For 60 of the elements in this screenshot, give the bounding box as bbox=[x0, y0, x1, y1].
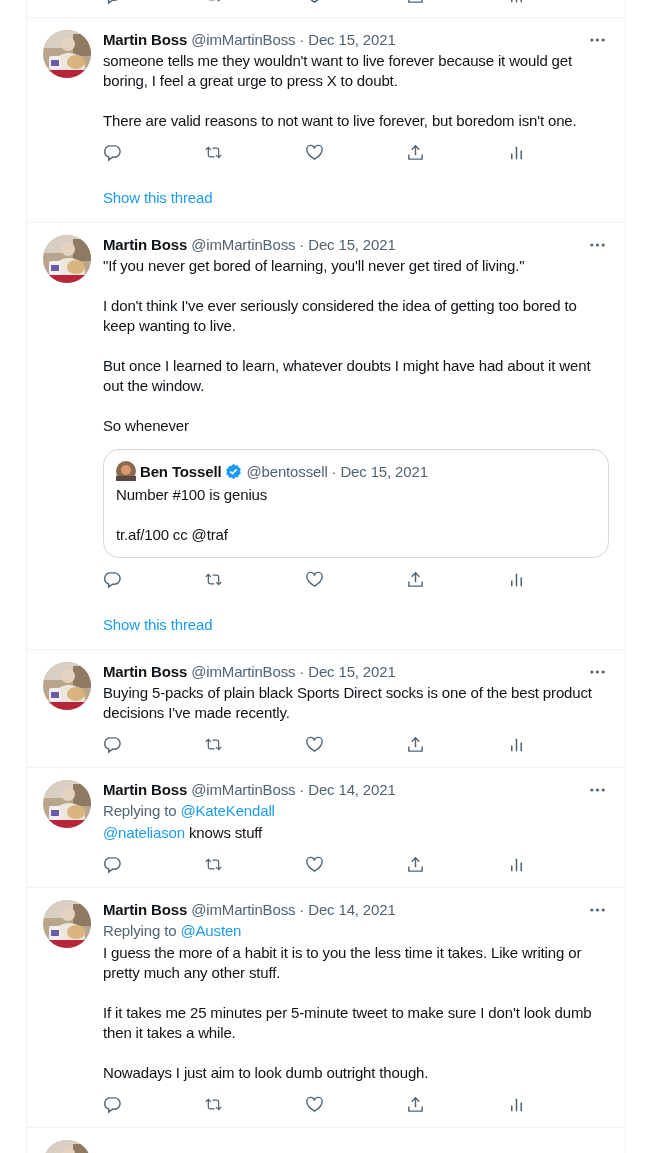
separator-dot: · bbox=[331, 462, 337, 480]
tweet-date[interactable]: Dec 14, 2021 bbox=[308, 780, 396, 800]
quoted-text: Number #100 is genius bbox=[116, 485, 269, 505]
tweet-text: I guess the more of a habit it is to you the less time it takes. Like writing or pretty much any other stuff. bbox=[103, 943, 583, 983]
share-icon[interactable] bbox=[406, 1095, 425, 1114]
author-handle[interactable]: @imMartinBoss bbox=[191, 30, 296, 50]
share-icon[interactable] bbox=[406, 735, 425, 754]
like-icon[interactable] bbox=[305, 143, 324, 162]
separator-dot: · bbox=[299, 780, 305, 800]
quoted-text: tr.af/100 cc @traf bbox=[116, 525, 229, 545]
tweet-text: "If you never get bored of learning, you'll never get tired of living." bbox=[103, 256, 526, 276]
tweet-date[interactable]: Dec 14, 2021 bbox=[308, 900, 396, 920]
tweet-text: Buying 5-packs of plain black Sports Direct socks is one of the best product decisions I've made recently. bbox=[103, 683, 593, 723]
like-icon[interactable] bbox=[305, 735, 324, 754]
like-icon[interactable] bbox=[305, 1095, 324, 1114]
replying-label: Replying to bbox=[103, 802, 177, 819]
tweet-date[interactable]: Dec 15, 2021 bbox=[308, 662, 396, 682]
more-icon[interactable] bbox=[589, 788, 606, 792]
like-icon[interactable] bbox=[305, 855, 324, 874]
more-icon[interactable] bbox=[589, 38, 606, 42]
tweet-text: @nateliason knows stuff bbox=[103, 823, 264, 843]
tweet-text: someone tells me they wouldn't want to live forever because it would get boring, I feel a great urge to press X to doubt. bbox=[103, 51, 573, 91]
separator-dot: · bbox=[299, 900, 305, 920]
author-name[interactable]: Martin Boss bbox=[103, 662, 188, 682]
tweet-text: So whenever bbox=[103, 416, 190, 436]
quoted-tweet[interactable]: Ben Tossell @bentossell · Dec 15, 2021 Number #100 is genius tr.af/100 cc @traf bbox=[103, 449, 609, 558]
author-handle[interactable]: @imMartinBoss bbox=[191, 235, 296, 255]
author-name[interactable]: Martin Boss bbox=[103, 780, 188, 800]
separator-dot: · bbox=[299, 30, 305, 50]
tweet-text: I don't think I've ever seriously considered the idea of getting too bored to keep wanting to live. bbox=[103, 296, 578, 336]
tweet-date[interactable]: Dec 15, 2021 bbox=[308, 30, 396, 50]
author-handle[interactable]: @imMartinBoss bbox=[191, 662, 296, 682]
separator-dot: · bbox=[299, 662, 305, 682]
separator-dot: · bbox=[299, 235, 305, 255]
tweet-text: But once I learned to learn, whatever doubts I might have had about it went out the window. bbox=[103, 356, 592, 396]
reply-icon[interactable] bbox=[103, 1095, 122, 1114]
share-icon[interactable] bbox=[406, 143, 425, 162]
reply-icon[interactable] bbox=[103, 855, 122, 874]
reply-icon[interactable] bbox=[103, 570, 122, 589]
author-name[interactable]: Ben Tossell bbox=[140, 462, 222, 480]
tweet-date[interactable]: Dec 15, 2021 bbox=[340, 462, 428, 480]
tweet-date[interactable]: Dec 15, 2021 bbox=[308, 235, 396, 255]
author-name[interactable]: Martin Boss bbox=[103, 900, 188, 920]
author-handle[interactable]: @bentossell bbox=[246, 462, 328, 480]
author-handle[interactable]: @imMartinBoss bbox=[191, 900, 296, 920]
reply-icon[interactable] bbox=[103, 735, 122, 754]
more-icon[interactable] bbox=[589, 243, 606, 247]
share-icon[interactable] bbox=[406, 855, 425, 874]
author-name[interactable]: Martin Boss bbox=[103, 235, 188, 255]
tweet-text: If it takes me 25 minutes per 5-minute tweet to make sure I don't look dumb then it takes a while. bbox=[103, 1003, 593, 1043]
more-icon[interactable] bbox=[589, 670, 606, 674]
share-icon[interactable] bbox=[406, 570, 425, 589]
more-icon[interactable] bbox=[589, 908, 606, 912]
author-name[interactable]: Martin Boss bbox=[103, 30, 188, 50]
author-handle[interactable]: @imMartinBoss bbox=[191, 780, 296, 800]
reply-icon[interactable] bbox=[103, 143, 122, 162]
tweet-text: Nowadays I just aim to look dumb outright though. bbox=[103, 1063, 430, 1083]
replying-label: Replying to bbox=[103, 922, 177, 939]
like-icon[interactable] bbox=[305, 570, 324, 589]
tweet-text: There are valid reasons to not want to live forever, but boredom isn't one. bbox=[103, 111, 578, 131]
